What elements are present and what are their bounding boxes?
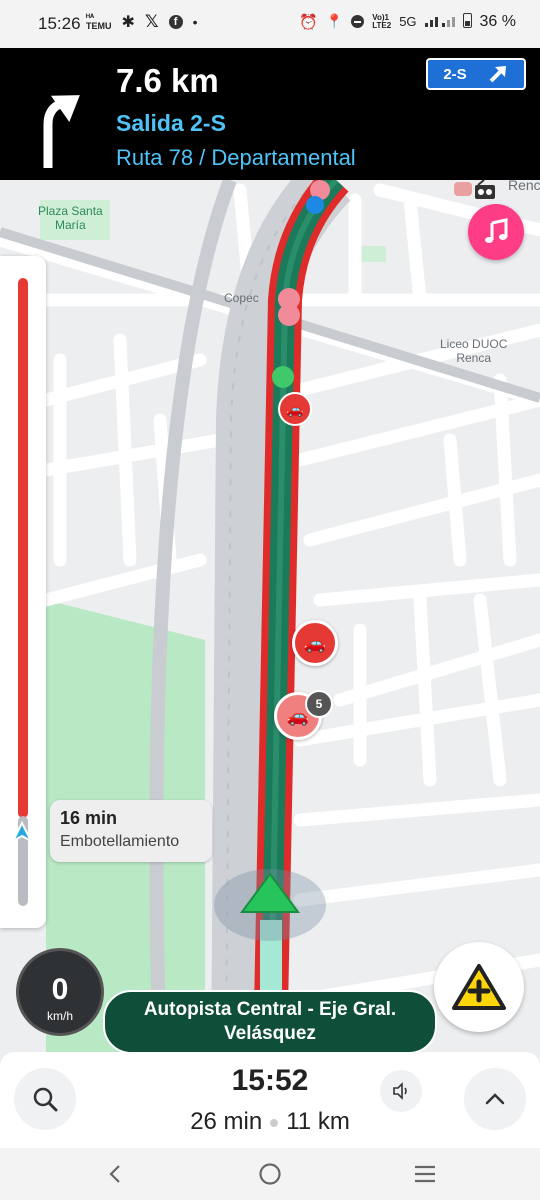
network-label: 5G xyxy=(399,14,417,29)
status-time: 15:26 xyxy=(38,14,81,33)
report-warning-plus-icon xyxy=(452,964,506,1010)
status-right-icons: ⏰ 📍 Vo)1 LTE2 5G 36 % xyxy=(299,12,516,31)
map-view[interactable]: Plaza Santa María Copec Liceo DUOC Renca… xyxy=(0,180,540,1060)
traffic-jam-alert[interactable]: 🚗 xyxy=(278,392,312,426)
home-button[interactable] xyxy=(255,1160,285,1188)
exit-sign: 2-S xyxy=(426,58,526,90)
map-canvas[interactable] xyxy=(0,180,540,1060)
renca-label: Renc xyxy=(508,180,540,193)
route-name: Ruta 78 / Departamental xyxy=(116,145,356,170)
sound-button[interactable] xyxy=(380,1070,422,1112)
status-left-icons: ᴴᴬ TEMU ✱ 𝕏 f • xyxy=(86,12,198,32)
current-street-label: Autopista Central - Eje Gral. Velásquez xyxy=(103,990,437,1054)
back-button[interactable] xyxy=(100,1160,130,1188)
alarm-icon: ⏰ xyxy=(299,13,318,31)
system-nav-bar xyxy=(0,1148,540,1200)
trip-info: 26 min 11 km xyxy=(0,1108,540,1136)
exit-sign-label: 2-S xyxy=(443,65,467,83)
turn-left-arrow-icon xyxy=(43,95,80,168)
facebook-icon: f xyxy=(168,15,183,29)
recents-lines-icon xyxy=(415,1165,435,1183)
signal-icon xyxy=(424,13,455,30)
status-bar: 15:26 ᴴᴬ TEMU ✱ 𝕏 f • ⏰ 📍 Vo)1 LTE2 5G 36 … xyxy=(0,0,540,48)
turn-instruction-banner[interactable]: 7.6 km Salida 2-S Ruta 78 / Departamenta… xyxy=(0,48,540,180)
copec-label: Copec xyxy=(224,291,259,305)
radio-icon xyxy=(474,180,496,200)
report-button[interactable] xyxy=(434,942,524,1032)
bluetooth-icon: ✱ xyxy=(121,14,135,31)
recents-button[interactable] xyxy=(410,1160,440,1188)
wazer-icon[interactable] xyxy=(454,182,472,196)
music-button[interactable] xyxy=(468,204,524,260)
arrow-up-right-icon xyxy=(489,66,506,83)
battery-level: 36 % xyxy=(479,12,516,30)
exit-name: Salida 2-S xyxy=(116,110,226,136)
speed-unit: km/h xyxy=(46,1009,73,1023)
traffic-jam-alert[interactable]: 🚗 xyxy=(292,620,338,666)
dnd-icon xyxy=(351,15,365,28)
current-position-icon xyxy=(10,821,34,844)
chevron-up-icon xyxy=(485,1093,505,1105)
speaker-icon xyxy=(393,1082,407,1100)
separator-dot xyxy=(270,1118,279,1127)
location-icon: 📍 xyxy=(325,13,344,29)
temu-icon: ᴴᴬ TEMU xyxy=(86,12,112,31)
plaza-santa-maria-label: Plaza Santa María xyxy=(38,204,103,232)
trip-bottom-sheet[interactable]: 15:52 26 min 11 km xyxy=(0,1052,540,1148)
trip-duration: 26 min xyxy=(190,1108,263,1135)
expand-button[interactable] xyxy=(464,1068,526,1130)
liceo-duoc-label: Liceo DUOC Renca xyxy=(440,337,508,365)
traffic-segment-heavy xyxy=(18,278,28,818)
speedometer: 0 km/h xyxy=(16,948,104,1036)
speed-value: 0 xyxy=(51,973,69,1006)
music-note-icon xyxy=(485,218,508,243)
dot-icon: • xyxy=(192,14,198,30)
arrival-time: 15:52 xyxy=(231,1064,309,1097)
traffic-delay-card[interactable]: 16 min Embotellamiento xyxy=(50,800,212,862)
home-circle-icon xyxy=(259,1163,281,1185)
volte-icon: Vo)1 LTE2 xyxy=(372,12,392,30)
back-chevron-icon xyxy=(109,1165,120,1183)
wazer-icon[interactable] xyxy=(306,196,324,214)
trip-distance: 11 km xyxy=(286,1108,350,1135)
wazer-icon[interactable] xyxy=(278,304,300,326)
distance-to-turn: 7.6 km xyxy=(116,62,219,99)
delay-status: Embotellamiento xyxy=(60,833,180,850)
delay-time: 16 min xyxy=(60,808,118,828)
alert-count-badge: 5 xyxy=(305,690,333,718)
route-traffic-bar xyxy=(0,256,46,928)
battery-icon xyxy=(462,12,472,31)
wazer-icon[interactable] xyxy=(272,366,294,388)
x-icon: 𝕏 xyxy=(144,12,159,31)
